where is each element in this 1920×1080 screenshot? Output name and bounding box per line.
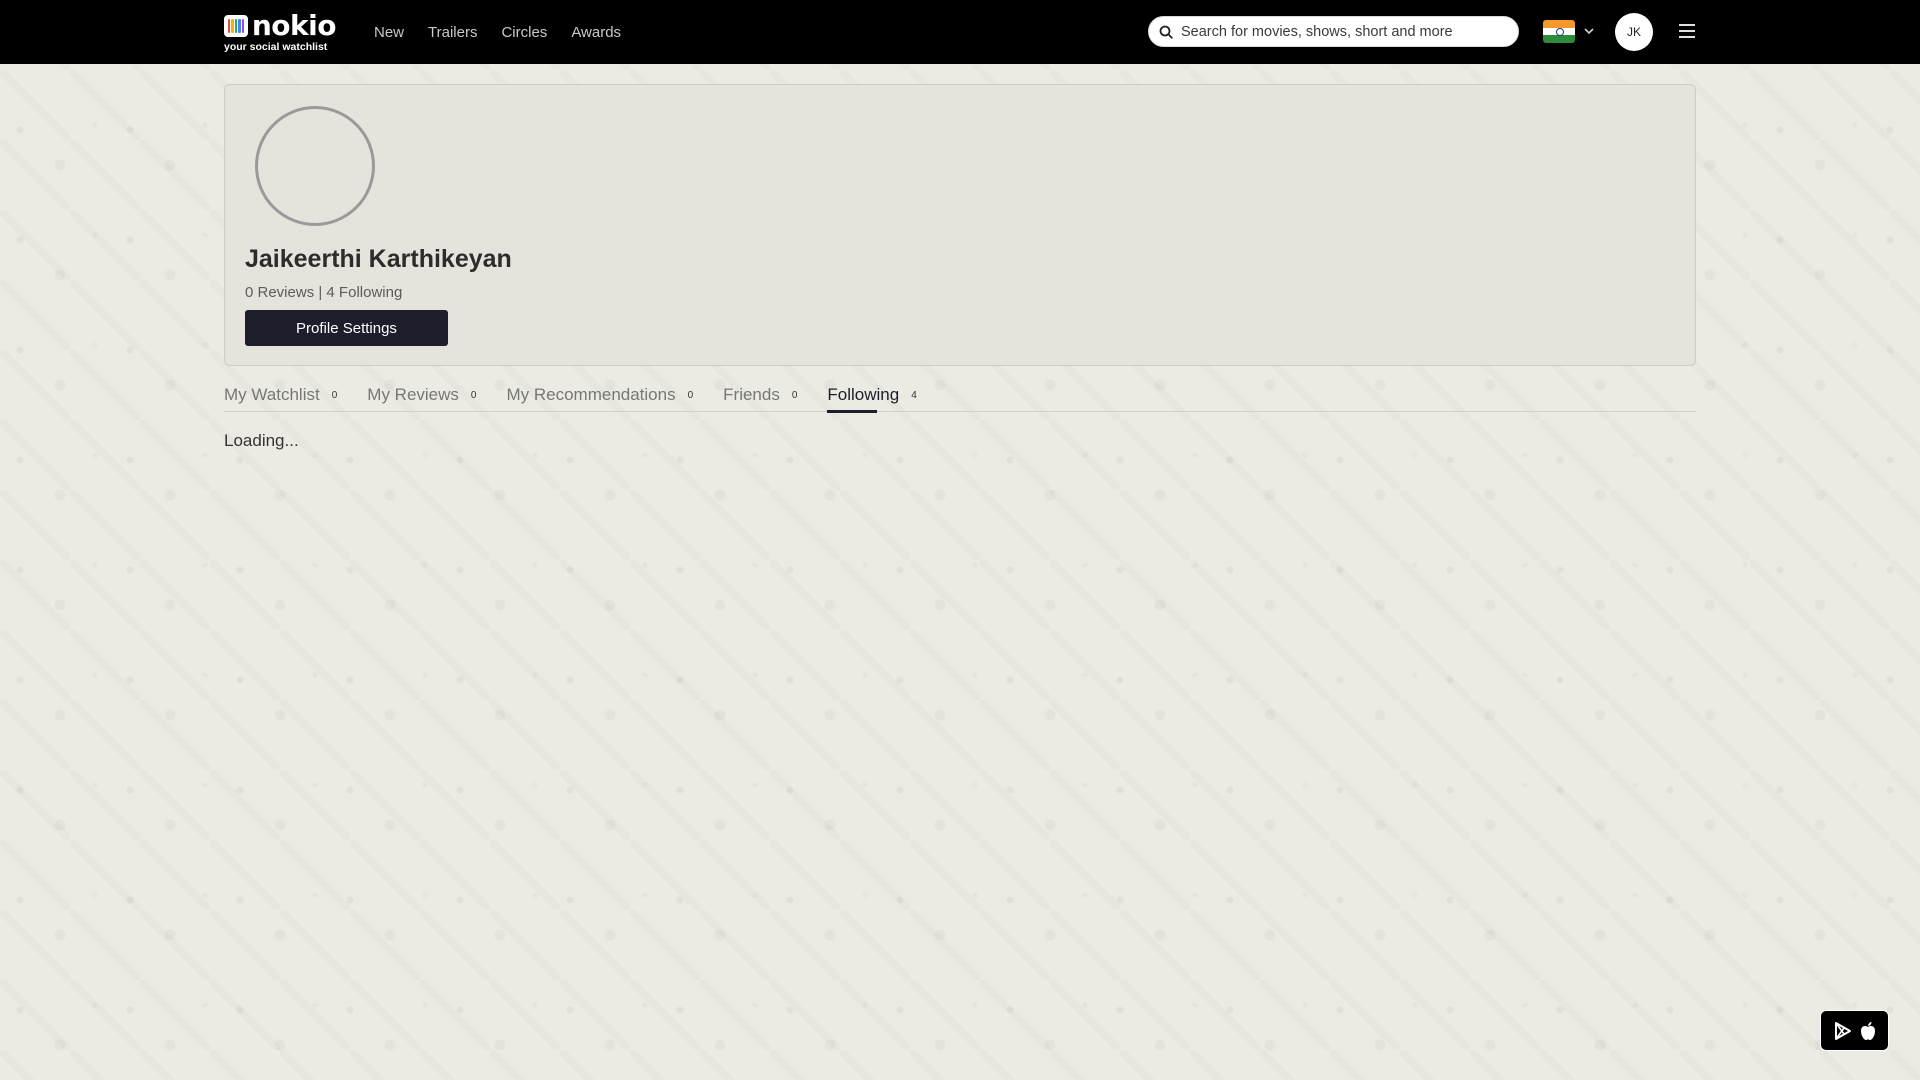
tab-following[interactable]: Following 4 (827, 376, 917, 413)
loading-status: Loading... (224, 431, 299, 450)
nokio-logo[interactable]: nokio your social watchlist (224, 9, 337, 53)
tab-my-watchlist[interactable]: My Watchlist 0 (224, 376, 337, 412)
play-store-icon (1834, 1021, 1851, 1040)
tab-label: Friends (723, 385, 780, 404)
tab-friends[interactable]: Friends 0 (723, 376, 797, 412)
search-input[interactable] (1181, 23, 1501, 40)
logo-tv-icon (224, 15, 248, 37)
nav-link-new[interactable]: New (374, 24, 404, 41)
india-flag-icon[interactable] (1543, 20, 1575, 43)
apple-icon (1860, 1021, 1875, 1040)
profile-avatar[interactable] (255, 106, 375, 226)
tab-count: 0 (331, 390, 338, 401)
tab-my-reviews[interactable]: My Reviews 0 (367, 376, 476, 412)
tab-count: 4 (911, 390, 917, 401)
profile-stats: 0 Reviews | 4 Following (245, 284, 403, 301)
profile-settings-button[interactable]: Profile Settings (245, 310, 448, 346)
search-bar[interactable] (1148, 16, 1519, 47)
profile-name: Jaikeerthi Karthikeyan (245, 245, 512, 273)
nav-link-awards[interactable]: Awards (571, 24, 621, 41)
tab-label: My Watchlist (224, 385, 320, 404)
tab-count: 0 (470, 390, 477, 401)
app-download-badge[interactable] (1820, 1010, 1889, 1051)
profile-card: Jaikeerthi Karthikeyan 0 Reviews | 4 Fol… (224, 84, 1696, 366)
tab-label: My Recommendations (506, 385, 676, 404)
nav-link-trailers[interactable]: Trailers (428, 24, 477, 41)
chevron-down-icon[interactable] (1583, 25, 1595, 37)
nav-link-circles[interactable]: Circles (501, 24, 547, 41)
logo-wordmark: nokio (251, 9, 337, 42)
main-nav: New Trailers Circles Awards (374, 0, 621, 64)
user-avatar-button[interactable]: JK (1615, 13, 1653, 51)
tab-count: 0 (791, 390, 798, 401)
hamburger-menu-icon[interactable] (1677, 22, 1697, 40)
search-icon (1159, 25, 1173, 39)
profile-tabs: My Watchlist 0 My Reviews 0 My Recommend… (224, 376, 1696, 413)
tab-label: Following (827, 385, 900, 404)
top-navigation-bar: nokio your social watchlist New Trailers… (0, 0, 1920, 64)
tab-my-recommendations[interactable]: My Recommendations 0 (506, 376, 693, 412)
tab-label: My Reviews (367, 385, 459, 404)
tab-count: 0 (687, 390, 694, 401)
logo-tagline: your social watchlist (224, 41, 328, 53)
